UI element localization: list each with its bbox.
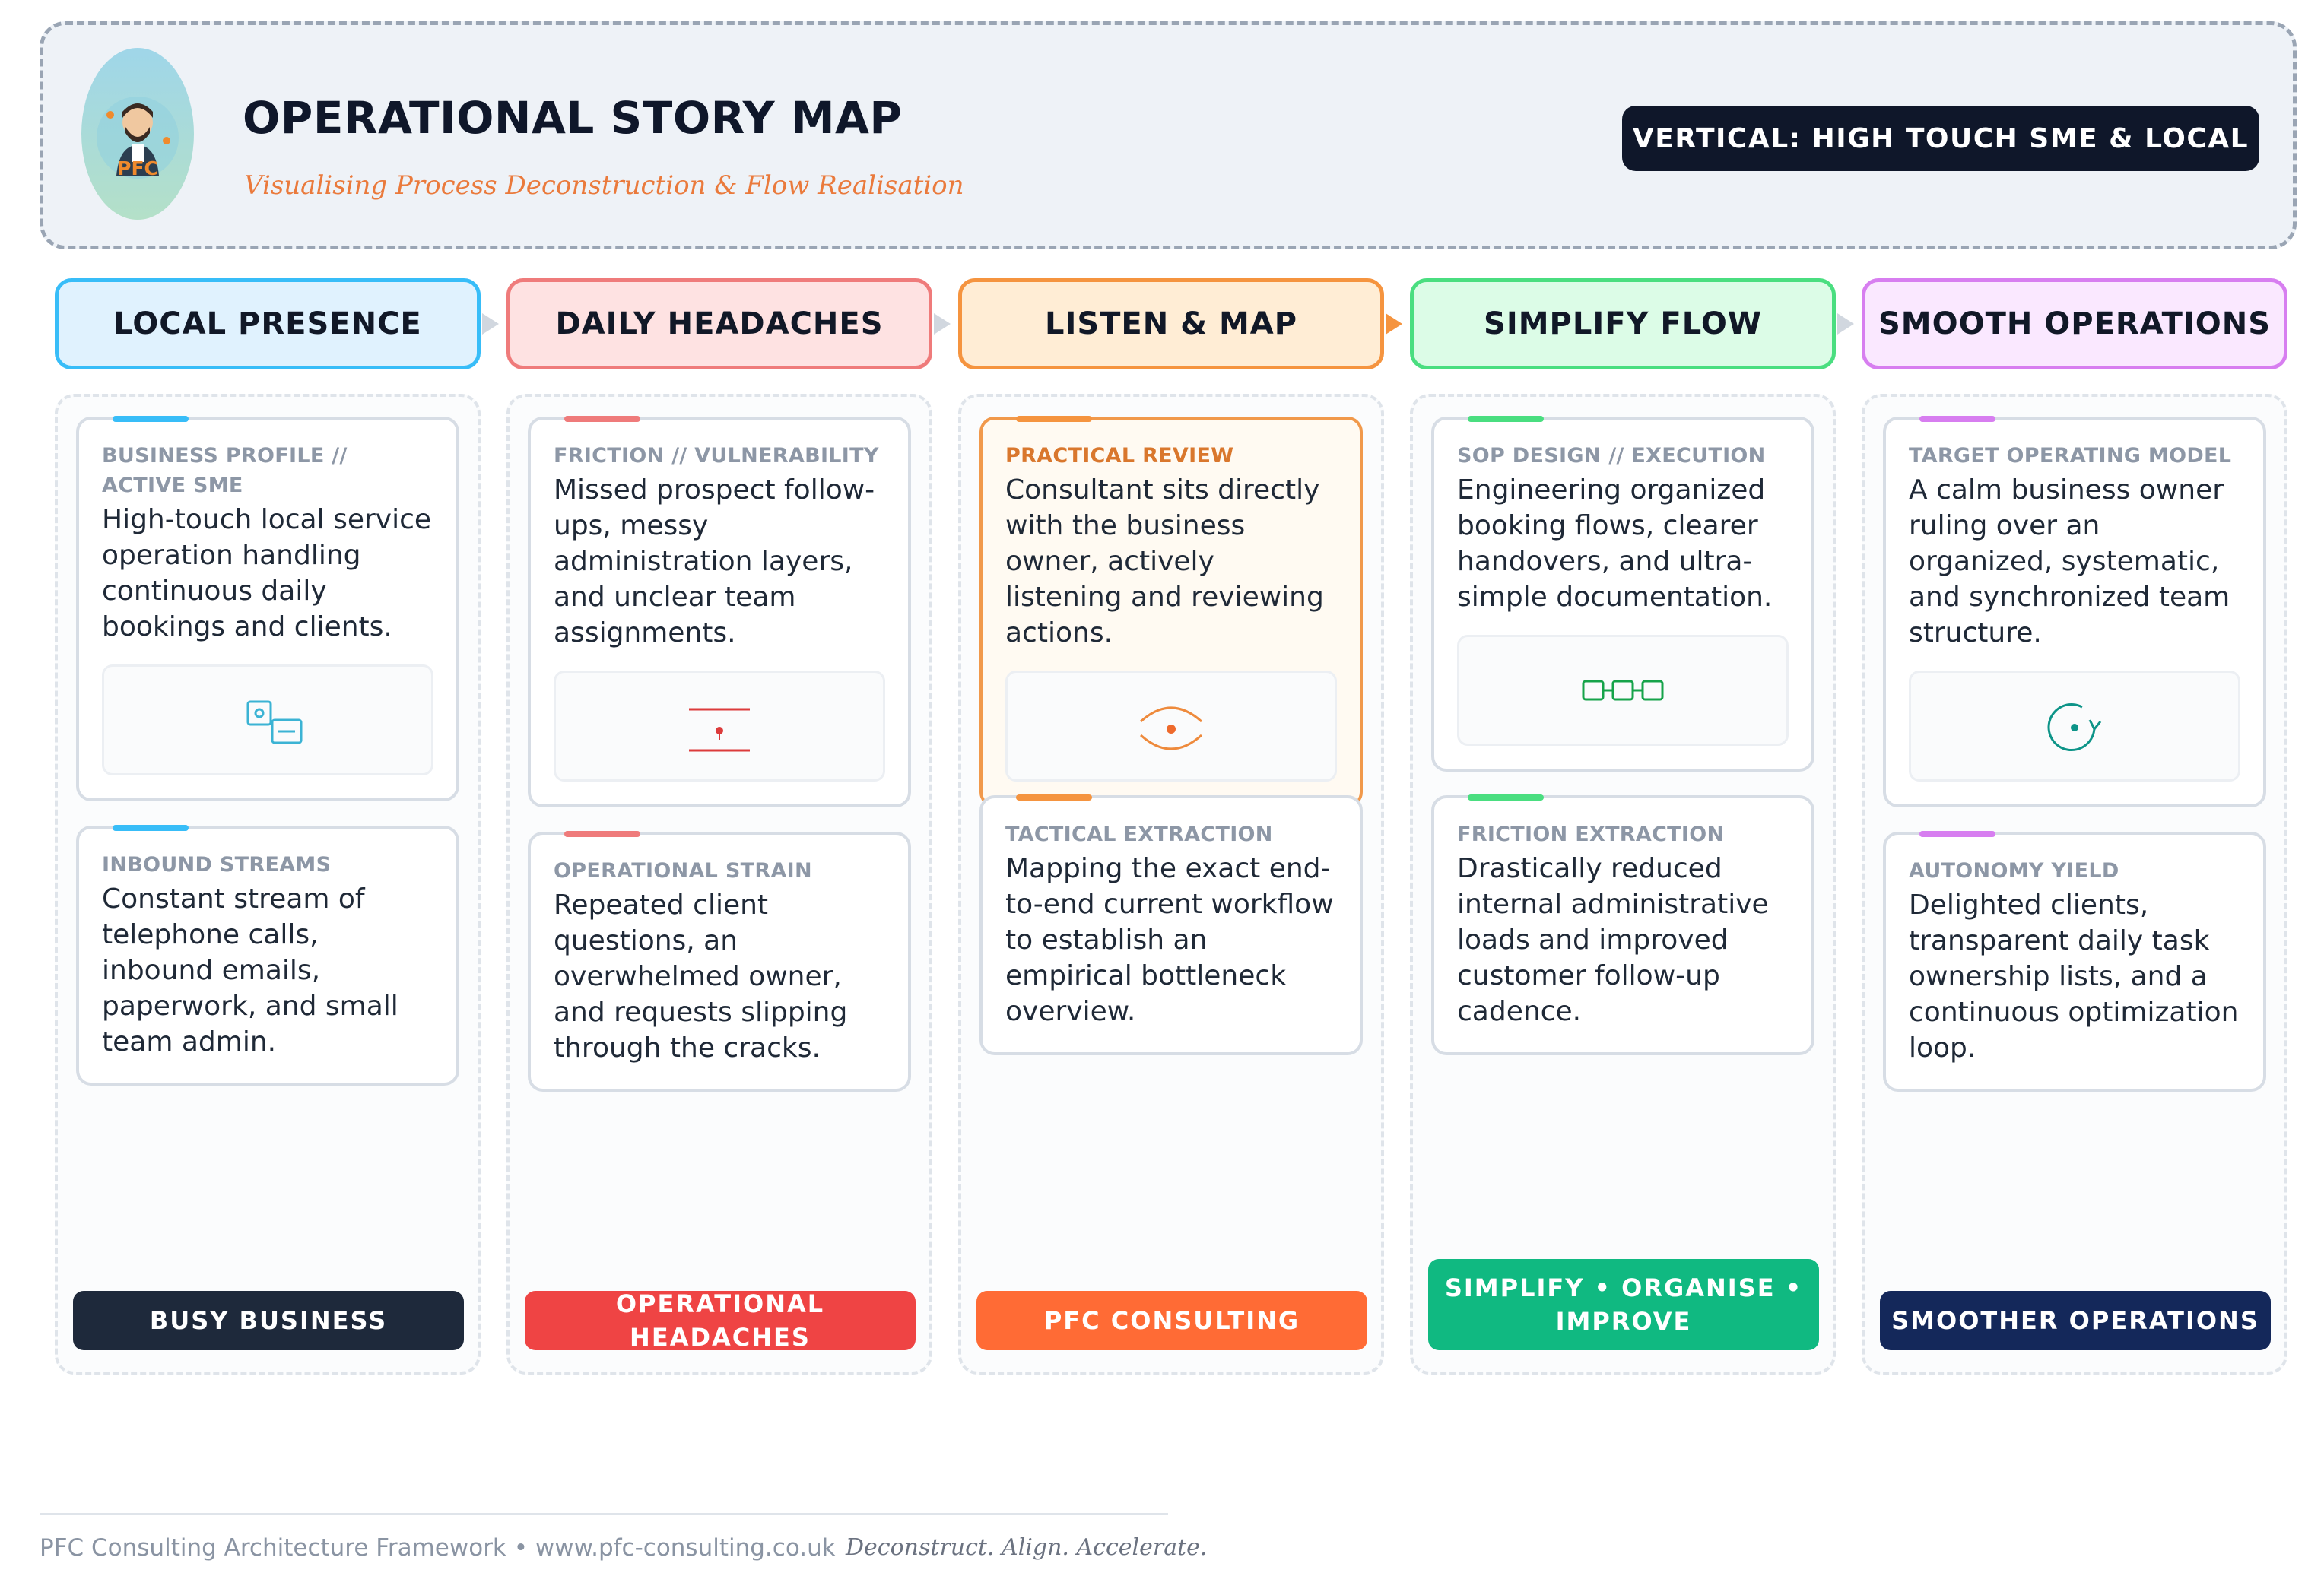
card-accent-tab bbox=[1468, 416, 1544, 422]
card-text: Drastically reduced internal administrat… bbox=[1457, 853, 1769, 1027]
card-tactical-extraction: TACTICAL EXTRACTION Mapping the exact en… bbox=[979, 794, 1363, 1055]
card-practical-review: PRACTICAL REVIEW Consultant sits directl… bbox=[979, 416, 1363, 807]
card-accent-tab bbox=[1016, 416, 1092, 422]
footer-tagline: Deconstruct. Align. Accelerate. bbox=[846, 1534, 1208, 1561]
arrow-right-icon bbox=[482, 313, 499, 335]
footer-divider bbox=[40, 1513, 1168, 1515]
column-simplify-flow: SOP DESIGN // EXECUTION Engineering orga… bbox=[1410, 394, 1836, 1375]
footer-badge-operational-headaches: OPERATIONAL HEADACHES bbox=[525, 1289, 916, 1352]
card-label: OPERATIONAL STRAIN bbox=[554, 859, 812, 883]
consultant-avatar-icon bbox=[97, 97, 179, 179]
card-label: PRACTICAL REVIEW bbox=[1005, 444, 1234, 468]
card-target-operating-model: TARGET OPERATING MODEL A calm business o… bbox=[1883, 416, 2266, 807]
card-accent-tab bbox=[564, 831, 640, 837]
stage-simplify-flow: SIMPLIFY FLOW bbox=[1410, 278, 1836, 369]
card-accent-tab bbox=[1016, 794, 1092, 801]
card-label: FRICTION // VULNERABILITY bbox=[554, 444, 879, 468]
card-text: Repeated client questions, an overwhelme… bbox=[554, 890, 848, 1064]
card-text: Missed prospect follow-ups, messy admini… bbox=[554, 474, 875, 649]
header-panel: PFC OPERATIONAL STORY MAP Visualising Pr… bbox=[40, 21, 2297, 249]
page-subtitle: Visualising Process Deconstruction & Flo… bbox=[244, 170, 964, 201]
card-friction-vulnerability: FRICTION // VULNERABILITY Missed prospec… bbox=[528, 416, 911, 807]
card-text: Constant stream of telephone calls, inbo… bbox=[102, 883, 398, 1058]
column-local-presence: BUSINESS PROFILE // ACTIVE SME High-touc… bbox=[55, 394, 481, 1375]
card-text: Mapping the exact end-to-end current wor… bbox=[1005, 853, 1334, 1027]
column-listen-and-map: PRACTICAL REVIEW Consultant sits directl… bbox=[958, 394, 1384, 1375]
card-label: BUSINESS PROFILE // ACTIVE SME bbox=[102, 444, 348, 497]
vertical-badge: VERTICAL: HIGH TOUCH SME & LOCAL bbox=[1622, 106, 2259, 171]
card-accent-tab bbox=[1919, 416, 1995, 422]
card-visual bbox=[102, 664, 433, 775]
flow-chain-icon bbox=[1582, 680, 1664, 701]
friction-icon bbox=[689, 708, 750, 752]
stage-local-presence: LOCAL PRESENCE bbox=[55, 278, 481, 369]
card-accent-tab bbox=[113, 825, 189, 831]
card-text: High-touch local service operation handl… bbox=[102, 504, 432, 642]
footer-credit: PFC Consulting Architecture Framework • … bbox=[40, 1534, 836, 1562]
cycle-icon bbox=[2047, 703, 2102, 751]
card-friction-extraction: FRICTION EXTRACTION Drastically reduced … bbox=[1431, 794, 1814, 1055]
arrow-right-icon bbox=[934, 313, 951, 335]
arrow-right-icon bbox=[1837, 313, 1854, 335]
column-daily-headaches: FRICTION // VULNERABILITY Missed prospec… bbox=[506, 394, 932, 1375]
footer-badge-simplify-organise-improve: SIMPLIFY • ORGANISE • IMPROVE bbox=[1428, 1259, 1819, 1350]
logo-text: PFC bbox=[117, 157, 158, 179]
pfc-logo: PFC bbox=[81, 48, 194, 220]
card-accent-tab bbox=[1468, 794, 1544, 801]
stage-listen-and-map: LISTEN & MAP bbox=[958, 278, 1384, 369]
arrow-right-icon bbox=[1386, 313, 1402, 335]
card-business-profile: BUSINESS PROFILE // ACTIVE SME High-touc… bbox=[76, 416, 459, 801]
card-visual bbox=[1909, 671, 2240, 782]
card-label: TACTICAL EXTRACTION bbox=[1005, 823, 1273, 846]
devices-icon bbox=[246, 700, 303, 744]
footer-badge-smoother-operations: SMOOTHER OPERATIONS bbox=[1880, 1291, 2271, 1350]
card-visual bbox=[1005, 671, 1337, 782]
card-operational-strain: OPERATIONAL STRAIN Repeated client quest… bbox=[528, 831, 911, 1092]
footer-badge-pfc-consulting: PFC CONSULTING bbox=[976, 1291, 1367, 1350]
card-label: TARGET OPERATING MODEL bbox=[1909, 444, 2232, 468]
card-accent-tab bbox=[564, 416, 640, 422]
card-label: SOP DESIGN // EXECUTION bbox=[1457, 444, 1766, 468]
card-visual bbox=[554, 671, 885, 782]
page-title: OPERATIONAL STORY MAP bbox=[243, 92, 903, 144]
card-text: Engineering organized booking flows, cle… bbox=[1457, 474, 1773, 613]
stage-smooth-operations: SMOOTH OPERATIONS bbox=[1862, 278, 2287, 369]
eye-icon bbox=[1139, 706, 1203, 750]
card-inbound-streams: INBOUND STREAMS Constant stream of telep… bbox=[76, 825, 459, 1086]
card-autonomy-yield: AUTONOMY YIELD Delighted clients, transp… bbox=[1883, 831, 2266, 1092]
card-accent-tab bbox=[113, 416, 189, 422]
card-label: FRICTION EXTRACTION bbox=[1457, 823, 1725, 846]
stage-daily-headaches: DAILY HEADACHES bbox=[506, 278, 932, 369]
card-accent-tab bbox=[1919, 831, 1995, 837]
card-label: INBOUND STREAMS bbox=[102, 853, 332, 877]
card-text: A calm business owner ruling over an org… bbox=[1909, 474, 2230, 649]
card-text: Delighted clients, transparent daily tas… bbox=[1909, 890, 2239, 1064]
column-smooth-operations: TARGET OPERATING MODEL A calm business o… bbox=[1862, 394, 2287, 1375]
card-label: AUTONOMY YIELD bbox=[1909, 859, 2119, 883]
card-text: Consultant sits directly with the busine… bbox=[1005, 474, 1324, 649]
footer-badge-busy-business: BUSY BUSINESS bbox=[73, 1291, 464, 1350]
card-sop-design: SOP DESIGN // EXECUTION Engineering orga… bbox=[1431, 416, 1814, 772]
card-visual bbox=[1457, 635, 1789, 746]
